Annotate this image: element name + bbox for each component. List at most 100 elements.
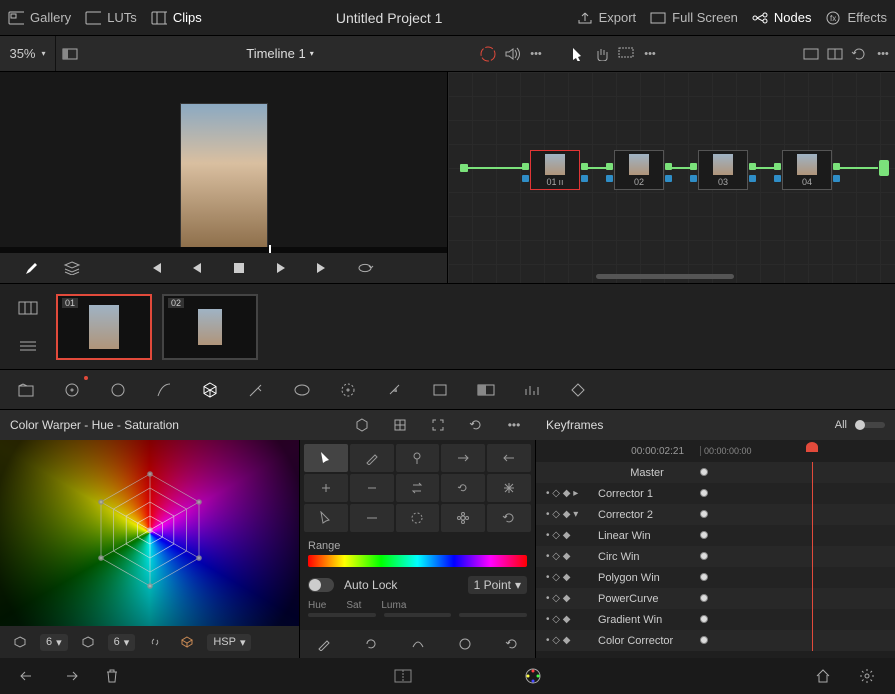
trash-icon[interactable] [100,664,124,688]
export-button[interactable]: Export [577,10,637,26]
sat-tab[interactable]: Sat [346,600,361,611]
redo-icon[interactable] [58,664,82,688]
clips-tab[interactable]: Clips [151,10,202,26]
loop-select-tool[interactable] [350,504,394,532]
kf-row[interactable]: • ◇ ◆ Circ Win [536,546,895,567]
kf-row[interactable]: • ◇ ◆ Linear Win [536,525,895,546]
node-03[interactable]: 03 [698,150,748,190]
luts-tab[interactable]: LUTs [85,10,137,26]
kf-master-label[interactable]: Master [598,467,696,479]
more-viewer-icon[interactable]: ••• [524,42,548,66]
draw-tool[interactable] [350,444,394,472]
hex-res1-dropdown[interactable]: 6 ▾ [40,634,68,651]
kf-row[interactable]: • ◇ ◆ Polygon Win [536,567,895,588]
kf-track-master[interactable] [696,462,895,483]
tracking-icon[interactable] [336,378,360,402]
reset-icon[interactable] [847,42,871,66]
cursor-tool[interactable] [566,42,590,66]
gallery-tab[interactable]: Gallery [8,10,71,26]
push-tool[interactable] [487,444,531,472]
pin-tool[interactable] [396,444,440,472]
color-warper-icon[interactable] [198,378,222,402]
more-right-icon[interactable]: ••• [871,42,895,66]
highlight-icon[interactable] [799,42,823,66]
curves-icon[interactable] [152,378,176,402]
step-back-icon[interactable] [185,256,209,280]
cube-icon[interactable] [175,630,199,654]
autolock-toggle[interactable] [308,578,334,592]
reset-foot-icon[interactable] [359,632,383,656]
point-dropdown[interactable]: 1 Point ▾ [468,576,527,594]
reset-tool[interactable] [487,504,531,532]
select-tool[interactable] [304,444,348,472]
undo-icon[interactable] [16,664,40,688]
stop-icon[interactable] [227,256,251,280]
eyedropper-icon[interactable] [18,256,42,280]
keyframe-palette-icon[interactable] [566,378,590,402]
hex-res2-dropdown[interactable]: 6 ▾ [108,634,136,651]
ring-select-tool[interactable] [396,504,440,532]
kf-zoom-slider[interactable] [855,422,885,428]
warper-canvas[interactable] [0,440,299,626]
page-color-icon[interactable] [521,664,545,688]
key-icon[interactable] [474,378,498,402]
magic-mask-icon[interactable] [382,378,406,402]
list-mode-icon[interactable] [16,334,40,358]
nodes-button[interactable]: Nodes [752,10,812,26]
clip-01[interactable]: 01 [56,294,152,360]
more-node-icon[interactable]: ••• [638,42,662,66]
next-clip-icon[interactable] [311,256,335,280]
zoom-control[interactable]: 35%▾ [0,36,56,71]
audio-icon[interactable] [500,42,524,66]
rotate-tool[interactable] [441,474,485,502]
pen-icon[interactable] [312,632,336,656]
luma-slider[interactable] [459,613,527,617]
prev-clip-icon[interactable] [143,256,167,280]
luma-tab[interactable]: Luma [381,600,406,611]
image-mode-icon[interactable] [56,42,84,66]
warper-mode-grid-icon[interactable] [388,413,412,437]
range-strip[interactable] [308,555,527,567]
foot-icon-4[interactable] [453,632,477,656]
kf-row[interactable]: • ◇ ◆ ▾Corrector 2 [536,504,895,525]
loop-icon[interactable] [353,256,377,280]
color-space-dropdown[interactable]: HSP ▾ [207,634,251,651]
pull-tool[interactable] [441,444,485,472]
blur-icon[interactable] [428,378,452,402]
layers-icon[interactable] [60,256,84,280]
warper-mode-hex-icon[interactable] [350,413,374,437]
select-all-tool[interactable] [304,504,348,532]
expand-icon[interactable] [426,413,450,437]
hue-slider[interactable] [308,613,376,617]
swap-tool[interactable] [396,474,440,502]
remove-point-tool[interactable] [350,474,394,502]
warper-more-icon[interactable]: ••• [502,413,526,437]
hue-tab[interactable]: Hue [308,600,326,611]
home-icon[interactable] [811,664,835,688]
node-01[interactable]: 01 ıı [530,150,580,190]
hex-res2-icon[interactable] [76,630,100,654]
add-point-tool[interactable] [304,474,348,502]
kf-row[interactable]: • ◇ ◆ Color Corrector [536,630,895,651]
color-wheels-icon[interactable] [60,378,84,402]
flower-tool[interactable] [441,504,485,532]
camera-raw-icon[interactable] [14,378,38,402]
node-04[interactable]: 04 [782,150,832,190]
node-graph[interactable]: 01 ıı 02 03 04 [448,72,895,283]
kf-row[interactable]: • ◇ ◆ ▸Corrector 1 [536,483,895,504]
reset-warper-icon[interactable] [464,413,488,437]
hdr-wheels-icon[interactable] [106,378,130,402]
node-02[interactable]: 02 [614,150,664,190]
settings-icon[interactable] [855,664,879,688]
page-cut-icon[interactable] [391,664,415,688]
effects-button[interactable]: fx Effects [825,10,887,26]
scopes-icon[interactable] [520,378,544,402]
viewer-image[interactable] [180,103,268,253]
split-icon[interactable] [823,42,847,66]
clip-02[interactable]: 02 [162,294,258,360]
color-wheel-icon[interactable] [476,42,500,66]
marquee-tool[interactable] [614,42,638,66]
reset-all-icon[interactable] [500,632,524,656]
smooth-icon[interactable] [406,632,430,656]
link-icon[interactable] [143,630,167,654]
